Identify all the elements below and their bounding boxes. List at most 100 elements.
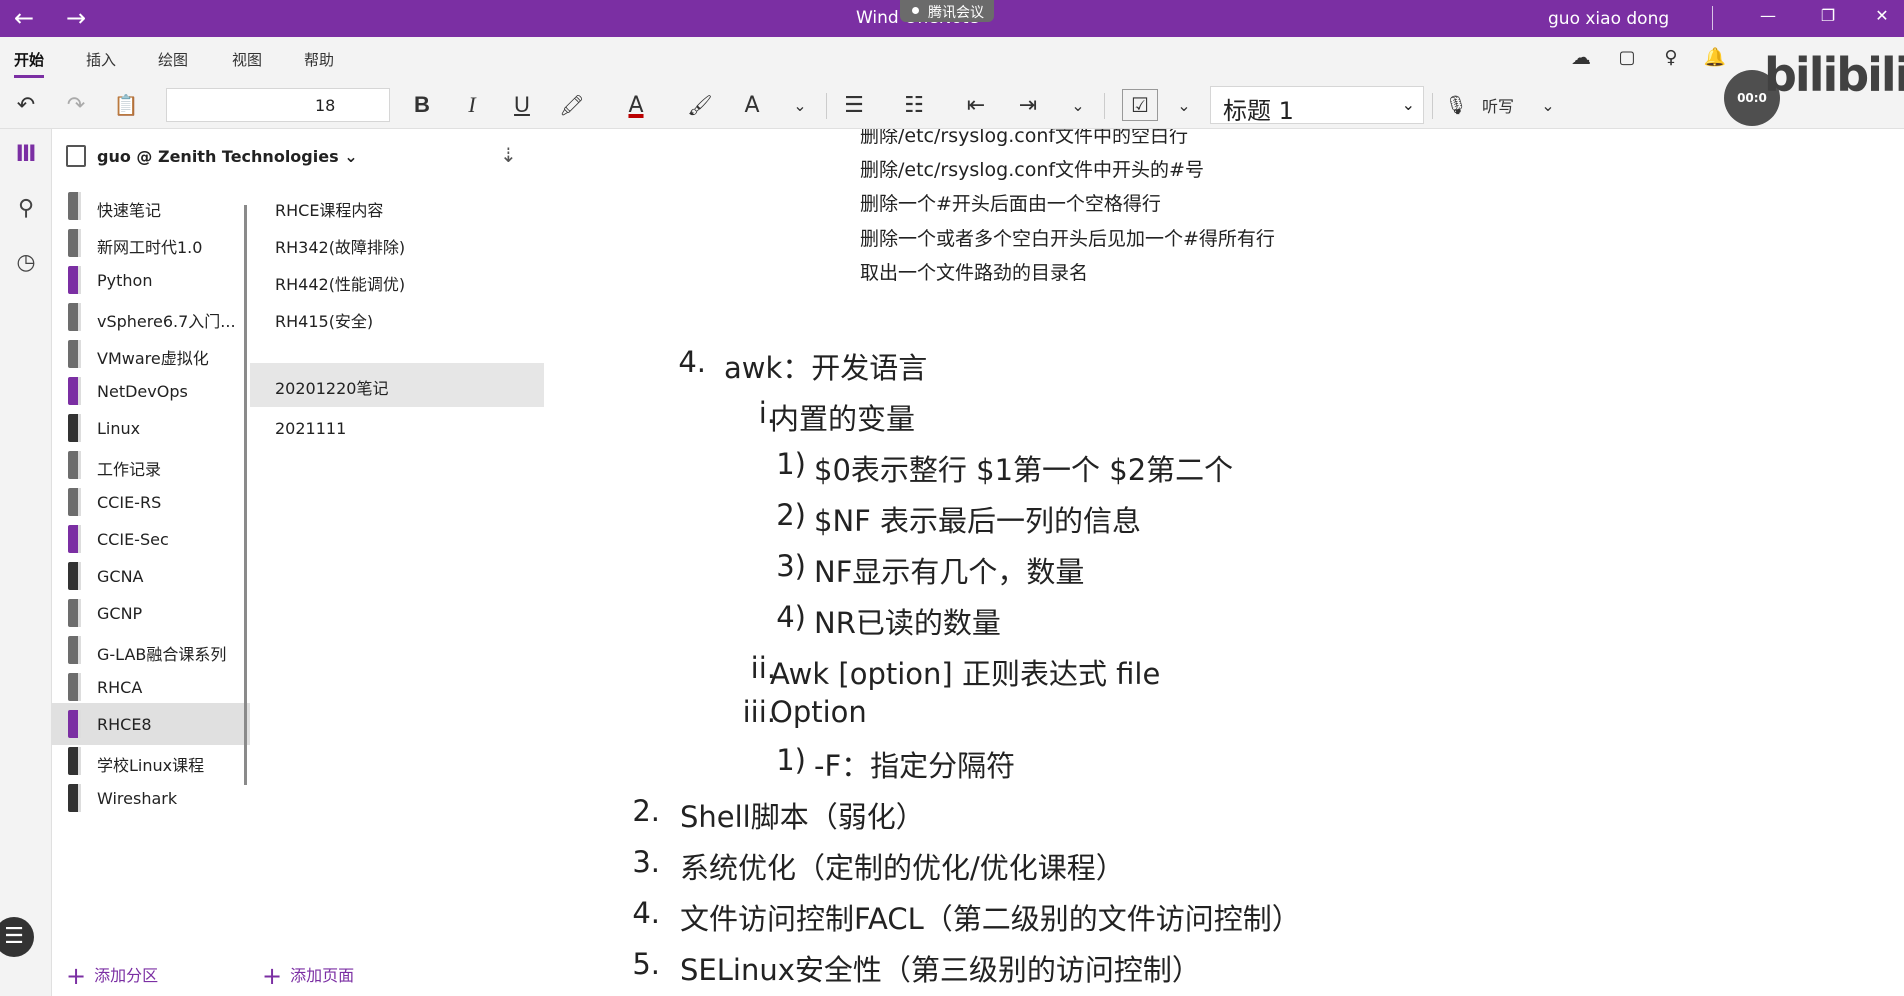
bold-button[interactable]: B xyxy=(406,89,438,121)
section-item[interactable]: CCIE-Sec xyxy=(52,518,250,560)
note-line[interactable]: $NF 表示最后一列的信息 xyxy=(814,498,1141,540)
note-line[interactable]: $0表示整行 $1第一个 $2第二个 xyxy=(814,447,1233,489)
section-item[interactable]: 工作记录 xyxy=(52,444,250,486)
page-item[interactable]: RH342(故障排除) xyxy=(250,222,544,264)
highlight-icon[interactable]: 🖍 xyxy=(556,89,588,121)
section-item[interactable]: CCIE-RS xyxy=(52,481,250,523)
note-line[interactable]: -F：指定分隔符 xyxy=(814,743,1015,785)
section-item[interactable]: vSphere6.7入门... xyxy=(52,296,250,338)
page-item-selected[interactable]: 20201220笔记 xyxy=(250,363,544,407)
note-canvas[interactable]: 删除/etc/rsyslog.conf文件中的空白行 删除/etc/rsyslo… xyxy=(552,129,1904,996)
note-line[interactable]: 删除/etc/rsyslog.conf文件中开头的#号 xyxy=(860,155,1204,182)
note-line[interactable]: NR已读的数量 xyxy=(814,600,1001,642)
record-icon xyxy=(912,7,919,14)
lightbulb-icon[interactable]: ♀ xyxy=(1656,41,1686,73)
note-line[interactable]: awk：开发语言 xyxy=(724,345,927,387)
tab-help[interactable]: 帮助 xyxy=(304,49,334,70)
add-section-button[interactable]: + 添加分区 xyxy=(66,962,158,990)
search-icon[interactable]: ⚲ xyxy=(8,191,44,227)
section-item[interactable]: Wireshark xyxy=(52,777,250,819)
section-item[interactable]: GCNA xyxy=(52,555,250,597)
note-line[interactable]: 内置的变量 xyxy=(770,396,915,438)
tab-draw[interactable]: 绘图 xyxy=(158,49,188,70)
list-chevron-icon[interactable]: ⌄ xyxy=(1064,89,1092,121)
nav-rail: Ⅲ ⚲ ◷ ☰ xyxy=(0,129,52,996)
section-item[interactable]: RHCA xyxy=(52,666,250,708)
section-label: NetDevOps xyxy=(97,382,188,401)
note-line[interactable]: 删除/etc/rsyslog.conf文件中的空白行 xyxy=(860,129,1188,148)
notebook-header[interactable]: guo @ Zenith Technologies ⌄ ⇣ xyxy=(52,129,552,185)
page-view-icon[interactable]: ▢ xyxy=(1612,41,1642,73)
more-chevron-icon[interactable]: ⌄ xyxy=(786,89,814,121)
note-line[interactable]: Option xyxy=(770,695,867,729)
section-item[interactable]: GCNP xyxy=(52,592,250,634)
note-line[interactable]: SELinux安全性（第三级别的访问控制） xyxy=(680,947,1201,989)
format-painter-icon[interactable]: 🖌 xyxy=(684,89,716,121)
restore-button[interactable]: ❐ xyxy=(1808,6,1848,30)
page-item[interactable]: RH442(性能调优) xyxy=(250,259,544,301)
underline-button[interactable]: U xyxy=(506,89,538,121)
user-name[interactable]: guo xiao dong xyxy=(1548,9,1669,29)
tab-home[interactable]: 开始 xyxy=(14,49,45,78)
page-label: RH415(安全) xyxy=(275,312,374,331)
section-item[interactable]: Python xyxy=(52,259,250,301)
style-value: 标题 1 xyxy=(1223,97,1294,125)
note-line[interactable]: Shell脚本（弱化） xyxy=(680,794,925,836)
clear-formatting-icon[interactable]: A xyxy=(736,89,768,121)
undo-icon[interactable]: ↶ xyxy=(10,89,42,121)
note-line[interactable]: 取出一个文件路劲的目录名 xyxy=(860,258,1088,285)
dictate-button[interactable]: 听写 xyxy=(1478,89,1518,121)
style-selector[interactable]: 标题 1 ⌄ xyxy=(1210,86,1424,125)
page-item[interactable]: RHCE课程内容 xyxy=(250,185,544,227)
notebooks-icon[interactable]: Ⅲ xyxy=(8,137,44,173)
chat-menu-icon[interactable]: ☰ xyxy=(0,917,34,957)
meeting-badge[interactable]: 腾讯会议 xyxy=(900,0,994,22)
section-item[interactable]: 新网工时代1.0 xyxy=(52,222,250,264)
minimize-button[interactable]: — xyxy=(1748,6,1788,30)
font-size-value[interactable]: 18 xyxy=(315,96,335,115)
section-item[interactable]: VMware虚拟化 xyxy=(52,333,250,375)
font-color-icon[interactable]: A xyxy=(620,89,652,121)
section-item[interactable]: 快速笔记 xyxy=(52,185,250,227)
page-item[interactable]: RH415(安全) xyxy=(250,296,544,338)
tab-insert[interactable]: 插入 xyxy=(86,49,116,70)
list-number: 3. xyxy=(632,845,660,879)
close-button[interactable]: ✕ xyxy=(1862,6,1902,30)
recent-clock-icon[interactable]: ◷ xyxy=(8,245,44,281)
section-item[interactable]: NetDevOps xyxy=(52,370,250,412)
note-line[interactable]: 文件访问控制FACL（第二级别的文件访问控制） xyxy=(680,896,1301,938)
toolbar-divider xyxy=(826,93,827,119)
italic-button[interactable]: I xyxy=(456,89,488,121)
section-item[interactable]: Linux xyxy=(52,407,250,449)
note-line[interactable]: 系统优化（定制的优化/优化课程） xyxy=(680,845,1125,887)
todo-checkbox-icon[interactable]: ☑ xyxy=(1122,89,1158,121)
notebook-name[interactable]: guo @ Zenith Technologies ⌄ xyxy=(97,147,358,166)
bullet-list-icon[interactable]: ☰ xyxy=(838,89,870,121)
note-line[interactable]: 删除一个#开头后面由一个空格得行 xyxy=(860,189,1161,216)
tag-chevron-icon[interactable]: ⌄ xyxy=(1172,89,1196,121)
font-selector[interactable]: 18 xyxy=(166,88,390,122)
list-number: 4) xyxy=(776,600,806,634)
section-item[interactable]: G-LAB融合课系列 xyxy=(52,629,250,671)
clipboard-icon[interactable]: 📋 xyxy=(110,89,142,121)
note-line[interactable]: Awk [option] 正则表达式 file xyxy=(770,651,1160,693)
redo-icon[interactable]: ↷ xyxy=(60,89,92,121)
numbered-list-icon[interactable]: ☷ xyxy=(898,89,930,121)
section-scrollbar[interactable] xyxy=(244,205,247,785)
tab-view[interactable]: 视图 xyxy=(232,49,262,70)
dictate-chevron-icon[interactable]: ⌄ xyxy=(1534,89,1562,121)
indent-icon[interactable]: ⇥ xyxy=(1012,89,1044,121)
microphone-icon[interactable]: 🎙 xyxy=(1440,89,1472,121)
section-item[interactable]: 学校Linux课程 xyxy=(52,740,250,782)
add-page-button[interactable]: + 添加页面 xyxy=(262,962,354,990)
back-arrow-icon[interactable]: ← xyxy=(6,4,42,32)
section-item-selected[interactable]: RHCE8 xyxy=(52,703,250,745)
note-line[interactable]: NF显示有几个，数量 xyxy=(814,549,1084,591)
outdent-icon[interactable]: ⇤ xyxy=(960,89,992,121)
sync-icon[interactable]: ☁ xyxy=(1566,41,1596,73)
page-item[interactable]: 2021111 xyxy=(250,407,544,449)
note-line[interactable]: 删除一个或者多个空白开头后见加一个#得所有行 xyxy=(860,224,1275,251)
forward-arrow-icon[interactable]: → xyxy=(58,4,94,32)
list-number: 1) xyxy=(776,743,806,777)
sort-icon[interactable]: ⇣ xyxy=(500,143,517,167)
